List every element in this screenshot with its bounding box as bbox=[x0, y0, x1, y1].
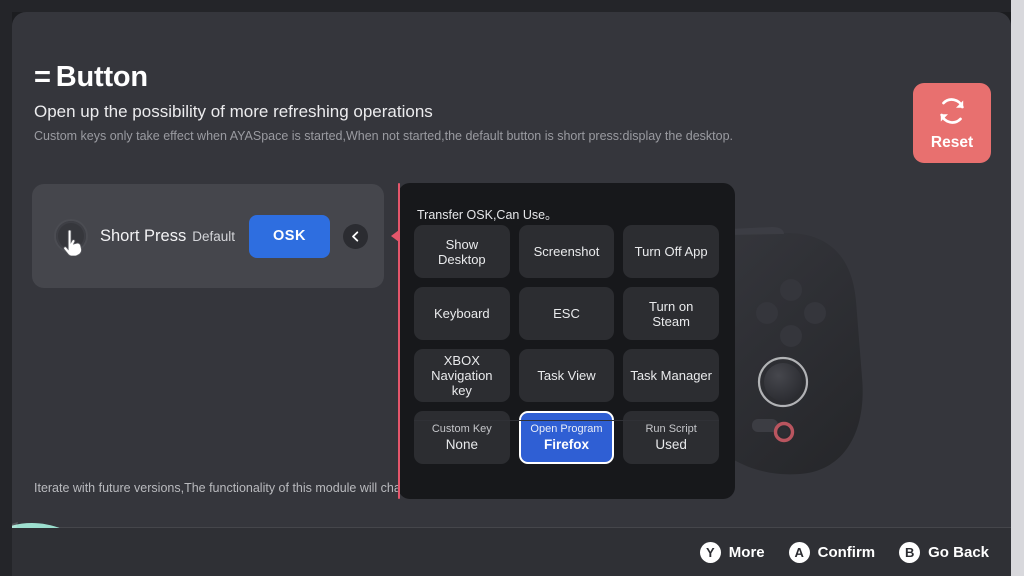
option-open-program[interactable]: Open Program Firefox bbox=[518, 411, 615, 464]
button-b-icon: B bbox=[899, 541, 921, 563]
option-custom-key[interactable]: Custom Key None bbox=[414, 411, 510, 464]
option-keyboard[interactable]: Keyboard bbox=[414, 287, 510, 340]
short-press-label: Short Press bbox=[100, 226, 187, 245]
page-title-text: Button bbox=[55, 61, 148, 93]
circle-knob-icon bbox=[56, 221, 86, 256]
window-left-gutter bbox=[0, 0, 12, 576]
option-xbox-navigation-key[interactable]: XBOX Navigation key bbox=[414, 349, 510, 402]
reset-button[interactable]: Reset bbox=[913, 83, 991, 163]
chevron-left-icon bbox=[352, 230, 359, 242]
options-row-separator bbox=[414, 420, 719, 421]
page-header: = Button Open up the possibility of more … bbox=[34, 60, 854, 144]
footer-hint-bar: Y More A Confirm B Go Back bbox=[12, 528, 1011, 576]
hint-go-back[interactable]: B Go Back bbox=[899, 541, 989, 563]
reset-button-label: Reset bbox=[930, 134, 974, 151]
button-a-icon: A bbox=[788, 541, 810, 563]
option-esc[interactable]: ESC bbox=[518, 287, 615, 340]
hint-confirm[interactable]: A Confirm bbox=[788, 541, 875, 563]
option-run-script[interactable]: Run Script Used bbox=[623, 411, 719, 464]
iterate-note: Iterate with future versions,The functio… bbox=[34, 481, 426, 495]
collapse-button[interactable] bbox=[343, 223, 368, 249]
default-label: Default bbox=[192, 228, 235, 244]
hand-cursor-icon bbox=[63, 230, 82, 256]
page-hint-text: Custom keys only take effect when AYASpa… bbox=[34, 129, 733, 143]
refresh-icon bbox=[940, 98, 964, 124]
popup-title: Transfer OSK,Can Use。 bbox=[417, 208, 558, 222]
option-task-view[interactable]: Task View bbox=[518, 349, 615, 402]
page-title: = Button bbox=[34, 60, 854, 94]
option-screenshot[interactable]: Screenshot bbox=[518, 225, 615, 278]
action-options-popup: Transfer OSK,Can Use。 Show Desktop Scree… bbox=[391, 183, 735, 499]
options-grid: Show Desktop Screenshot Turn Off App Key… bbox=[414, 225, 719, 464]
option-turn-off-app[interactable]: Turn Off App bbox=[623, 225, 719, 278]
popup-pointer-arrow bbox=[391, 230, 399, 242]
button-y-icon: Y bbox=[699, 541, 721, 563]
screen-root: = Button Open up the possibility of more … bbox=[0, 0, 1024, 576]
hint-more[interactable]: Y More bbox=[699, 541, 765, 563]
short-press-row[interactable]: Short Press Default OSK bbox=[32, 184, 384, 288]
app-panel: = Button Open up the possibility of more … bbox=[12, 12, 1011, 576]
page-subtitle: Open up the possibility of more refreshi… bbox=[34, 102, 433, 121]
option-task-manager[interactable]: Task Manager bbox=[623, 349, 719, 402]
window-right-gutter bbox=[1011, 0, 1024, 576]
assigned-action-button[interactable]: OSK bbox=[249, 214, 330, 258]
window-top-gutter bbox=[0, 0, 1011, 12]
option-show-desktop[interactable]: Show Desktop bbox=[414, 225, 510, 278]
option-turn-on-steam[interactable]: Turn on Steam bbox=[623, 287, 719, 340]
page-title-prefix: = bbox=[34, 61, 51, 93]
